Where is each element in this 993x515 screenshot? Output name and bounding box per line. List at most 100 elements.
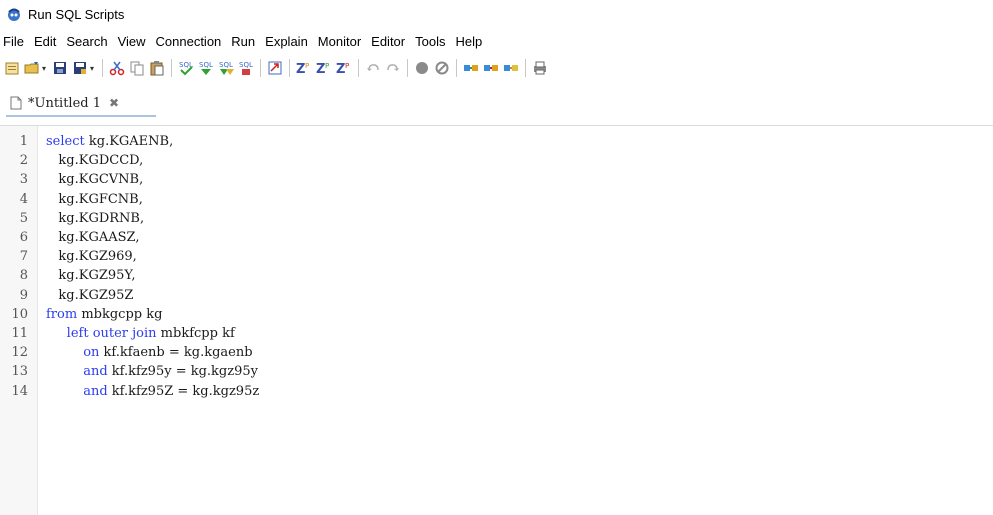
code-text[interactable]: kg.KGCVNB, [46,170,143,189]
menu-connection[interactable]: Connection [151,34,227,49]
code-text[interactable]: kg.KGDRNB, [46,209,144,228]
sql-editor[interactable]: 1 select kg.KGAENB, 2 kg.KGDCCD, 3 kg.KGCVN… [0,126,993,515]
code-line[interactable]: 12 on kf.kfaenb = kg.kgaenb [0,343,993,362]
code-line[interactable]: 6 kg.KGAASZ, [0,228,993,247]
line-number: 9 [19,287,28,303]
editor-tab-strip: *Untitled 1 ✖ [0,83,993,126]
code-line[interactable]: 11 left outer join mbkfcpp kf [0,324,993,343]
cancel-icon[interactable] [433,59,451,77]
menu-file[interactable]: File [0,34,29,49]
paste-icon[interactable] [148,59,166,77]
sql-text: kg.KGCVNB, [58,172,144,188]
code-text[interactable]: from mbkgcpp kg [46,305,162,324]
code-line[interactable]: 13 and kf.kfz95y = kg.kgz95y [0,362,993,381]
menu-tools[interactable]: Tools [410,34,450,49]
svg-text:P: P [345,62,349,70]
line-number: 13 [11,364,28,380]
toolbar-separator [289,59,290,77]
code-line[interactable]: 3 kg.KGCVNB, [0,170,993,189]
export-icon[interactable] [266,59,284,77]
undo-icon[interactable] [364,59,382,77]
connect-icon[interactable] [462,59,480,77]
redo-icon[interactable] [384,59,402,77]
code-text[interactable]: kg.KGZ95Z [46,286,133,305]
line-number: 6 [19,230,28,245]
close-icon[interactable]: ✖ [109,96,119,110]
line-number: 11 [11,326,28,341]
code-text[interactable]: select kg.KGAENB, [46,132,173,151]
svg-text:SQL: SQL [219,61,233,69]
disconnect-icon[interactable] [482,59,500,77]
code-text[interactable]: and kf.kfz95Z = kg.kgz95z [46,382,259,401]
toolbar-separator [456,59,457,77]
tab-label: *Untitled 1 [28,95,102,111]
new-icon[interactable] [3,59,21,77]
save-icon[interactable] [51,59,69,77]
code-line[interactable]: 8 kg.KGZ95Y, [0,266,993,285]
sql-text: kf.kfz95y = kg.kgz95y [107,364,258,380]
save-dropdown-icon[interactable]: ▾ [90,64,98,73]
menu-search[interactable]: Search [61,34,112,49]
toolbar-separator [260,59,261,77]
code-text[interactable]: left outer join mbkfcpp kf [46,324,235,343]
code-line[interactable]: 4 kg.KGFCNB, [0,190,993,209]
code-line[interactable]: 1 select kg.KGAENB, [0,132,993,151]
code-line[interactable]: 2 kg.KGDCCD, [0,151,993,170]
code-text[interactable]: kg.KGAASZ, [46,228,139,247]
toolbar: ▾ ▾ SQL SQL SQL SQL ZP ZP ZP [0,55,993,81]
line-number: 7 [19,249,28,265]
sql-text: kf.kfz95Z = kg.kgz95z [107,383,260,399]
open-icon[interactable] [23,59,41,77]
reconnect-icon[interactable] [502,59,520,77]
code-text[interactable]: kg.KGFCNB, [46,190,142,209]
explain-icon[interactable]: ZP [295,59,313,77]
code-text[interactable]: kg.KGZ95Y, [46,266,135,285]
run-sql-to-cursor-icon[interactable]: SQL [237,59,255,77]
line-number: 10 [11,306,28,322]
line-number: 2 [19,153,28,169]
line-number: 4 [19,191,28,207]
save-as-icon[interactable] [71,59,89,77]
menu-monitor[interactable]: Monitor [313,34,366,49]
code-text[interactable]: and kf.kfz95y = kg.kgz95y [46,362,258,381]
menu-view[interactable]: View [113,34,151,49]
code-line[interactable]: 7 kg.KGZ969, [0,247,993,266]
code-line[interactable]: 9 kg.KGZ95Z [0,286,993,305]
svg-text:SQL: SQL [199,61,213,69]
menu-editor[interactable]: Editor [366,34,410,49]
sql-keyword: and [83,364,108,380]
sql-text: kg.KGAENB, [84,134,174,149]
cut-icon[interactable] [108,59,126,77]
print-icon[interactable] [531,59,549,77]
code-text[interactable]: kg.KGDCCD, [46,151,143,170]
toolbar-separator [525,59,526,77]
code-text[interactable]: kg.KGZ969, [46,247,136,266]
open-dropdown-icon[interactable]: ▾ [42,64,50,73]
stop-icon[interactable] [413,59,431,77]
run-sql-selected-icon[interactable]: SQL [217,59,235,77]
explain-cursor-icon[interactable]: ZP [335,59,353,77]
code-line[interactable]: 10 from mbkgcpp kg [0,305,993,324]
sql-check-icon[interactable]: SQL [177,59,195,77]
copy-icon[interactable] [128,59,146,77]
menu-run[interactable]: Run [226,34,260,49]
toolbar-separator [407,59,408,77]
tab-untitled-1[interactable]: *Untitled 1 ✖ [6,91,156,117]
run-sql-icon[interactable]: SQL [197,59,215,77]
menu-help[interactable]: Help [450,34,487,49]
menu-edit[interactable]: Edit [29,34,61,49]
title-bar: Run SQL Scripts [0,0,993,28]
code-line[interactable]: 5 kg.KGDRNB, [0,209,993,228]
sql-text: mbkfcpp kf [156,326,235,341]
code-line[interactable]: 14 and kf.kfz95Z = kg.kgz95z [0,382,993,401]
line-number: 3 [19,172,28,188]
code-text[interactable]: on kf.kfaenb = kg.kgaenb [46,343,252,362]
explain-selected-icon[interactable]: ZP [315,59,333,77]
menu-explain[interactable]: Explain [260,34,313,49]
